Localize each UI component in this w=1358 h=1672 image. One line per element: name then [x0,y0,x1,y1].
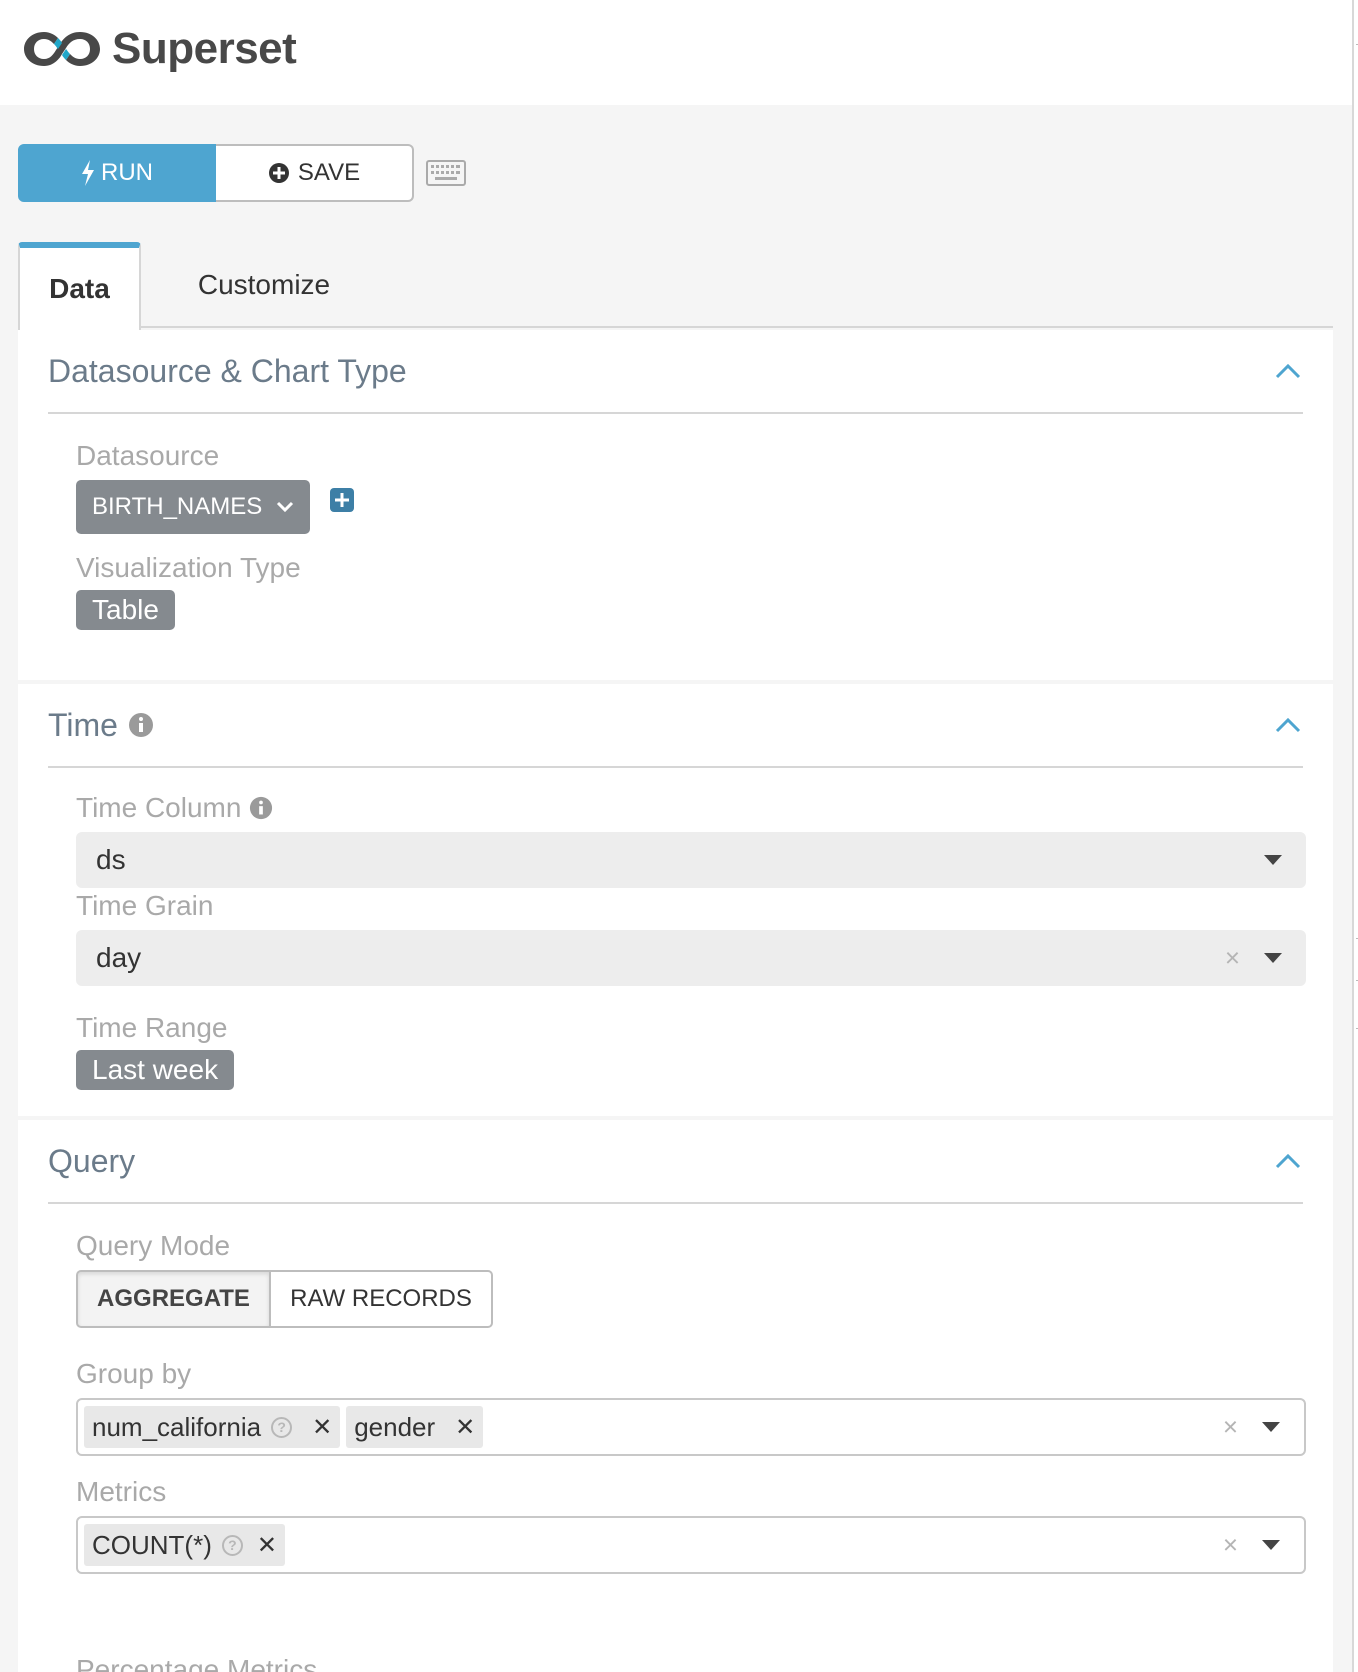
query-mode-toggle: AGGREGATE RAW RECORDS [76,1270,493,1328]
right-panel-edge [1352,0,1358,1672]
group-by-select[interactable]: num_california ? ✕ gender ✕ × [76,1398,1306,1456]
datasource-label-text: Datasource [76,440,220,471]
remove-tag-icon[interactable]: ✕ [312,1413,332,1442]
query-section: Query Query Mode AGGREGATE RAW RECORDS G… [18,1120,1333,1672]
remove-tag-icon[interactable]: ✕ [257,1531,277,1560]
viz-type-label: Visualization Type [76,552,301,584]
chevron-up-icon[interactable] [1273,1151,1303,1171]
caret-down-icon [1262,1422,1280,1432]
datasource-section-header[interactable]: Datasource & Chart Type [48,330,1303,414]
tag-label: gender [354,1411,436,1442]
time-range-value: Last week [92,1054,219,1085]
time-grain-value: day [96,942,142,973]
datasource-dropdown[interactable]: BIRTH_NAMES [76,480,311,534]
time-section-title: Time [48,706,118,743]
action-toolbar: RUN SAVE [18,144,466,202]
app-header: Superset [0,0,1352,105]
app-name: Superset [112,24,297,73]
clear-icon[interactable]: × [1223,1530,1238,1561]
time-section-header[interactable]: Time [48,684,1303,768]
query-mode-label: Query Mode [76,1230,230,1262]
keyboard-icon[interactable] [426,160,466,186]
viz-type-value: Table [92,594,159,625]
caret-down-icon [1264,855,1282,865]
query-mode-raw-records-button[interactable]: RAW RECORDS [271,1270,493,1328]
query-section-header[interactable]: Query [48,1120,1303,1204]
superset-infinity-icon [24,32,100,66]
time-section: Time Time Column ds Time Grain day × Tim… [18,684,1333,1116]
tab-customize-label: Customize [197,269,331,300]
group-by-label-text: Group by [76,1358,192,1389]
run-button-label: RUN [101,159,153,186]
plus-circle-icon [268,163,289,183]
time-column-label: Time Column [76,792,273,824]
metrics-tag: COUNT(*) ? ✕ [84,1524,285,1566]
tag-label: num_california [92,1411,262,1442]
time-grain-label: Time Grain [76,890,213,922]
tag-label: COUNT(*) [92,1529,212,1560]
run-button[interactable]: RUN [18,144,216,202]
save-button[interactable]: SAVE [216,144,414,202]
section-title: Query [48,1142,136,1179]
metrics-select[interactable]: COUNT(*) ? ✕ × [76,1516,1306,1574]
query-mode-raw-records-label: RAW RECORDS [290,1285,472,1312]
control-tabs: Data Customize [18,242,1333,330]
query-mode-aggregate-button[interactable]: AGGREGATE [76,1270,271,1328]
time-range-pill[interactable]: Last week [76,1050,235,1090]
metrics-label-text: Metrics [76,1476,167,1507]
viz-type-label-text: Visualization Type [76,552,301,583]
metrics-label: Metrics [76,1476,166,1508]
query-mode-label-text: Query Mode [76,1230,231,1261]
time-range-label: Time Range [76,1012,227,1044]
clear-icon[interactable]: × [1223,1412,1238,1443]
group-by-label: Group by [76,1358,191,1390]
datasource-value: BIRTH_NAMES [92,493,263,520]
tab-data[interactable]: Data [18,242,141,330]
tab-customize[interactable]: Customize [164,242,364,328]
time-grain-select[interactable]: day × [76,930,1306,986]
remove-tag-icon[interactable]: ✕ [455,1413,475,1442]
clear-icon[interactable]: × [1225,943,1240,974]
tab-data-label: Data [49,273,110,304]
percentage-metrics-label-text: Percentage Metrics [76,1654,318,1672]
group-by-tag: gender ✕ [346,1406,484,1448]
time-grain-label-text: Time Grain [76,890,214,921]
viz-type-pill[interactable]: Table [76,590,175,630]
datasource-section: Datasource & Chart Type Datasource BIRTH… [18,330,1333,680]
help-icon[interactable]: ? [271,1416,293,1438]
bolt-icon [82,160,94,186]
caret-down-icon [1262,1540,1280,1550]
time-column-label-text: Time Column [76,792,242,823]
chevron-down-icon [277,501,294,513]
time-column-select[interactable]: ds [76,832,1306,888]
datasource-label: Datasource [76,440,219,472]
section-title: Time [48,707,154,744]
group-by-tag: num_california ? ✕ [84,1406,341,1448]
chevron-up-icon[interactable] [1273,715,1303,735]
time-column-value: ds [96,844,126,875]
section-title: Datasource & Chart Type [48,352,407,389]
caret-down-icon [1264,953,1282,963]
info-icon[interactable] [128,712,154,738]
add-datasource-icon[interactable] [330,488,354,512]
help-icon[interactable]: ? [221,1534,243,1556]
info-icon[interactable] [249,796,273,820]
save-button-label: SAVE [297,159,361,186]
time-range-label-text: Time Range [76,1012,228,1043]
query-mode-aggregate-label: AGGREGATE [97,1285,250,1312]
percentage-metrics-label: Percentage Metrics [76,1654,317,1672]
superset-logo[interactable]: Superset [22,24,297,74]
chevron-up-icon[interactable] [1273,361,1303,381]
